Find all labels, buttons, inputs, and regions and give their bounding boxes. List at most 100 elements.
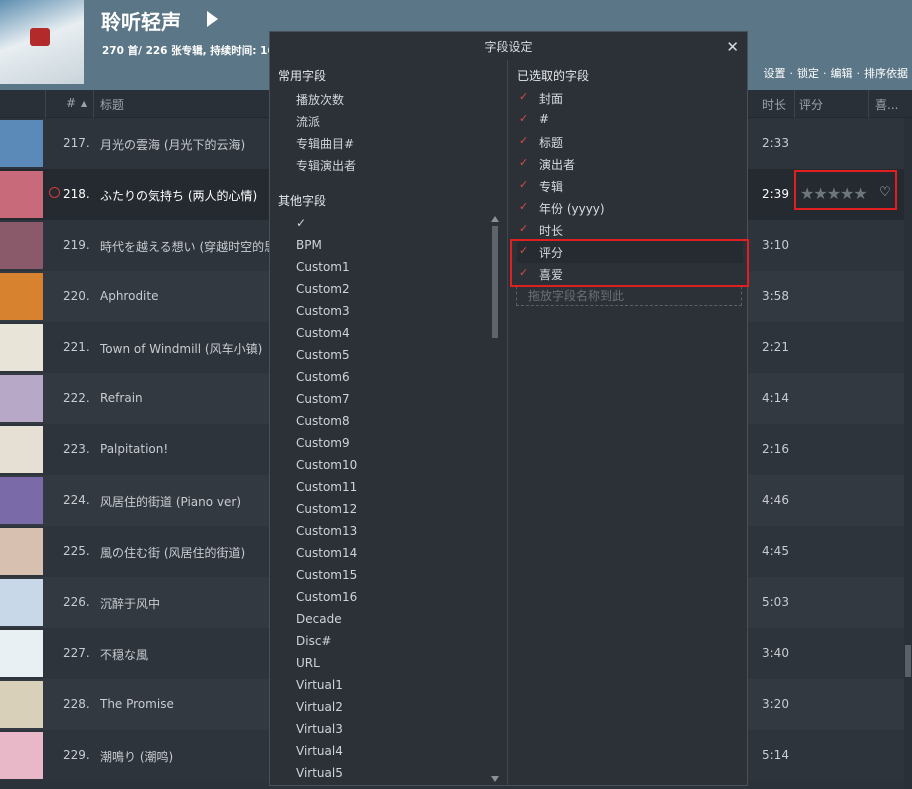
- track-duration: 5:14: [762, 748, 789, 762]
- sort-by-link[interactable]: 排序依据: [864, 67, 908, 80]
- field-item[interactable]: Virtual5: [296, 766, 343, 780]
- track-title: 月光の雲海 (月光下的云海): [100, 138, 246, 152]
- col-love[interactable]: 喜...: [875, 96, 898, 113]
- track-title: Town of Windmill (风车小镇): [100, 342, 263, 356]
- track-duration: 2:21: [762, 340, 789, 354]
- field-item[interactable]: URL: [296, 656, 320, 670]
- field-item[interactable]: Custom11: [296, 480, 357, 494]
- album-art: [0, 324, 43, 371]
- check-icon: ✓: [519, 112, 529, 125]
- scroll-thumb[interactable]: [492, 226, 498, 338]
- selected-fields-title: 已选取的字段: [517, 69, 590, 83]
- field-item[interactable]: Custom2: [296, 282, 350, 296]
- selected-field[interactable]: ✓ 封面: [517, 87, 743, 109]
- album-art: [0, 477, 43, 524]
- field-item[interactable]: Decade: [296, 612, 342, 626]
- selected-field[interactable]: ✓ 演出者: [517, 153, 743, 175]
- selected-field[interactable]: ✓ 专辑: [517, 175, 743, 197]
- track-number: 227.: [63, 646, 90, 660]
- selected-field[interactable]: ✓ 年份 (yyyy): [517, 197, 743, 219]
- field-item[interactable]: Virtual4: [296, 744, 343, 758]
- scroll-down-icon[interactable]: [491, 776, 499, 782]
- edit-link[interactable]: 编辑: [831, 67, 853, 80]
- track-duration: 4:46: [762, 493, 789, 507]
- field-item[interactable]: Custom4: [296, 326, 350, 340]
- field-item[interactable]: Custom7: [296, 392, 350, 406]
- track-number: 217.: [63, 136, 90, 150]
- col-duration[interactable]: 时长: [762, 96, 786, 113]
- field-item[interactable]: Custom3: [296, 304, 350, 318]
- other-fields-scrollbar[interactable]: [491, 216, 499, 782]
- track-duration: 3:40: [762, 646, 789, 660]
- album-art: [0, 681, 43, 728]
- highlight-rating-box: [794, 170, 897, 210]
- track-number: 226.: [63, 595, 90, 609]
- field-item[interactable]: Custom1: [296, 260, 350, 274]
- album-title: 聆听轻声: [101, 10, 181, 34]
- field-item[interactable]: Custom8: [296, 414, 350, 428]
- now-playing-icon: [49, 187, 60, 198]
- field-item[interactable]: Custom14: [296, 546, 357, 560]
- col-rating[interactable]: 评分: [799, 96, 823, 113]
- scroll-up-icon[interactable]: [491, 216, 499, 222]
- field-item[interactable]: Custom9: [296, 436, 350, 450]
- check-icon: ✓: [519, 178, 529, 191]
- album-art: [0, 579, 43, 626]
- field-item[interactable]: Virtual1: [296, 678, 343, 692]
- track-title: 沉醉于风中: [100, 597, 161, 611]
- selected-fields-pane: 已选取的字段 ✓ 封面 ✓ # ✓ 标题 ✓ 演出者 ✓ 专辑 ✓ 年份 (yyyy) ✓ 时…: [509, 60, 747, 785]
- field-item[interactable]: Custom10: [296, 458, 357, 472]
- field-item[interactable]: 专辑曲目#: [296, 135, 354, 152]
- track-number: 219.: [63, 238, 90, 252]
- other-fields-title: 其他字段: [278, 194, 327, 208]
- album-art: [0, 120, 43, 167]
- track-list-scrollbar[interactable]: [904, 118, 912, 789]
- field-item[interactable]: ✓: [296, 216, 306, 230]
- track-duration: 3:10: [762, 238, 789, 252]
- drop-zone[interactable]: 拖放字段名称到此: [516, 286, 742, 306]
- field-item[interactable]: Custom13: [296, 524, 357, 538]
- field-item[interactable]: Virtual3: [296, 722, 343, 736]
- common-fields-title: 常用字段: [278, 69, 327, 83]
- field-item[interactable]: Custom12: [296, 502, 357, 516]
- album-art: [0, 222, 43, 269]
- album-art: [0, 732, 43, 779]
- col-num[interactable]: #: [66, 96, 76, 110]
- scroll-thumb[interactable]: [905, 645, 911, 677]
- track-duration: 2:39: [762, 187, 789, 201]
- field-item[interactable]: Custom5: [296, 348, 350, 362]
- selected-field[interactable]: ✓ #: [517, 109, 743, 131]
- track-title: Palpitation!: [100, 442, 169, 456]
- check-icon: ✓: [519, 156, 529, 169]
- play-icon[interactable]: [207, 11, 218, 27]
- track-title: The Promise: [100, 697, 174, 711]
- field-item[interactable]: Disc#: [296, 634, 331, 648]
- col-title[interactable]: 标题: [100, 96, 124, 113]
- field-item[interactable]: Custom6: [296, 370, 350, 384]
- dialog-title: 字段设定: [484, 40, 533, 54]
- field-item[interactable]: Custom15: [296, 568, 357, 582]
- track-title: Refrain: [100, 391, 143, 405]
- field-item[interactable]: 专辑演出者: [296, 157, 356, 174]
- track-title: Aphrodite: [100, 289, 159, 303]
- field-item[interactable]: Custom16: [296, 590, 357, 604]
- album-art: [0, 630, 43, 677]
- field-item[interactable]: Virtual2: [296, 700, 343, 714]
- close-icon[interactable]: ✕: [726, 38, 739, 56]
- track-title: 潮鳴り (潮鸣): [100, 750, 174, 764]
- track-number: 229.: [63, 748, 90, 762]
- lock-link[interactable]: 锁定: [797, 67, 819, 80]
- selected-field[interactable]: ✓ 标题: [517, 131, 743, 153]
- selected-field[interactable]: ✓ 时长: [517, 219, 743, 241]
- album-cover: [0, 0, 84, 84]
- track-duration: 4:14: [762, 391, 789, 405]
- field-item[interactable]: 流派: [296, 113, 320, 130]
- album-art: [0, 273, 43, 320]
- field-item[interactable]: 播放次数: [296, 91, 344, 108]
- settings-link[interactable]: 设置: [764, 67, 786, 80]
- check-icon: ✓: [519, 222, 529, 235]
- sort-asc-icon: ▲: [81, 99, 88, 108]
- field-item[interactable]: BPM: [296, 238, 322, 252]
- track-number: 225.: [63, 544, 90, 558]
- seal-icon: [30, 28, 50, 46]
